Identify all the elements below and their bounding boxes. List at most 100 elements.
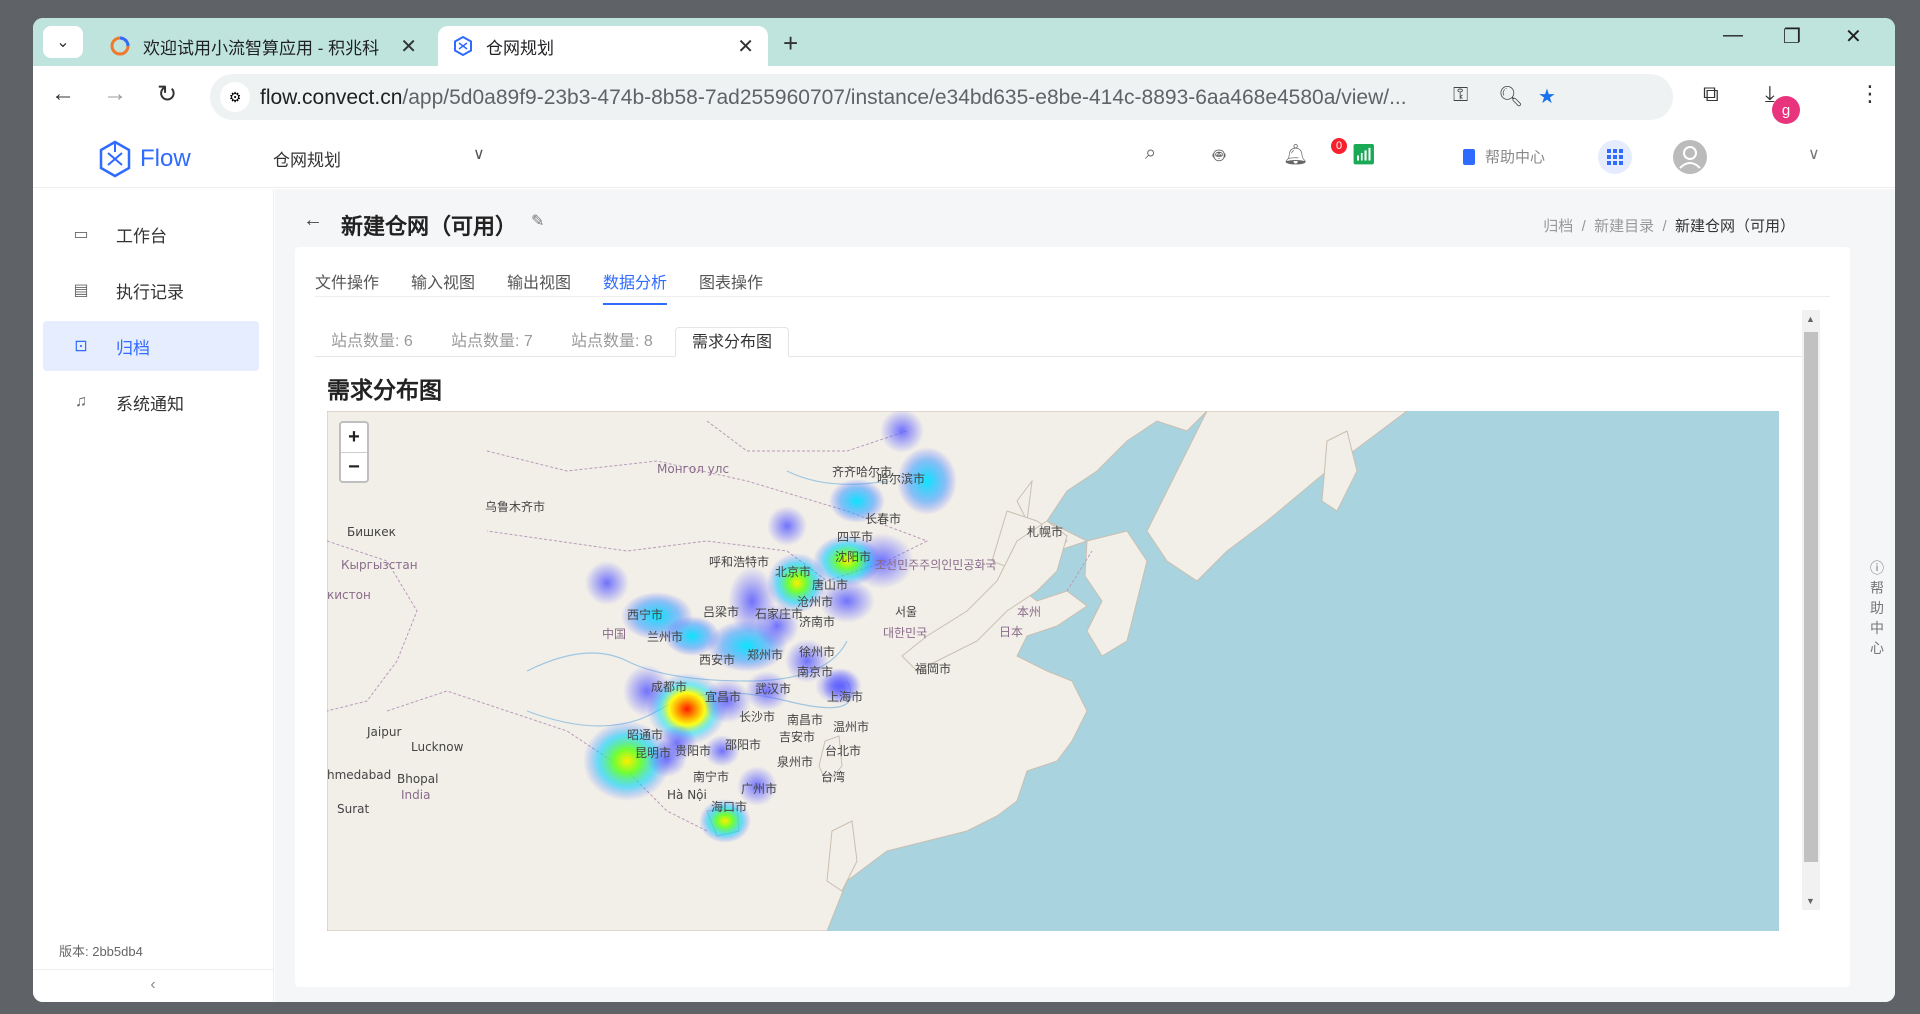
robot-icon[interactable]: 🤖︎ — [1213, 142, 1225, 170]
country-label: Кыргызстан — [341, 558, 418, 572]
tab-output-view[interactable]: 输出视图 — [507, 269, 571, 303]
city-label: 乌鲁木齐市 — [485, 499, 545, 514]
browser-tab-welcome[interactable]: 欢迎试用小流智算应用 - 积兆科 ✕ — [95, 26, 431, 66]
demand-heatmap[interactable]: 乌鲁木齐市 Бишкек Кыргызстан Монгол улс 呼和浩特市… — [327, 411, 1779, 931]
zoom-icon[interactable]: 🔍︎ — [1498, 84, 1523, 109]
city-label: 台北市 — [825, 743, 861, 758]
zoom-in-button[interactable]: + — [341, 423, 367, 452]
close-icon[interactable]: ✕ — [400, 34, 417, 59]
bookmark-star-icon[interactable]: ★ — [1538, 84, 1556, 109]
country-label: кистон — [327, 588, 371, 602]
city-label: Бишкек — [347, 525, 396, 539]
screen-frame: ⌄ 欢迎试用小流智算应用 - 积兆科 ✕ 仓网规划 ✕ + — ❐ ✕ ← → … — [0, 0, 1920, 1014]
help-char: 帮 — [1870, 580, 1884, 596]
city-label: 北京市 — [775, 564, 811, 579]
user-icon — [1679, 146, 1701, 169]
city-label: 武汉市 — [755, 681, 791, 696]
key-icon[interactable]: ⚿ — [1453, 84, 1468, 107]
floating-help-center[interactable]: ⓘ 帮 助 中 心 — [1867, 558, 1887, 658]
subtab-sites-6[interactable]: 站点数量: 6 — [315, 327, 429, 357]
question-circle-icon: ⓘ — [1870, 560, 1884, 576]
url-path: /app/5d0a89f9-23b3-474b-8b58-7ad25596070… — [402, 86, 1407, 109]
sidebar-item-exec-records[interactable]: ▤ 执行记录 — [43, 265, 259, 315]
city-label: 广州市 — [741, 781, 777, 796]
scrollbar-thumb[interactable] — [1804, 332, 1818, 862]
city-label: 四平市 — [837, 529, 873, 544]
breadcrumb-item[interactable]: 新建目录 — [1594, 218, 1654, 235]
close-window-icon[interactable]: ✕ — [1845, 24, 1862, 49]
scroll-down-icon[interactable]: ▼ — [1806, 896, 1815, 906]
city-label: 泉州市 — [777, 754, 813, 769]
breadcrumb-item[interactable]: 归档 — [1543, 218, 1573, 235]
page-title: 新建仓网（可用） — [341, 214, 518, 239]
tab-input-view[interactable]: 输入视图 — [411, 269, 475, 303]
browser-tab-warehouse[interactable]: 仓网规划 ✕ — [438, 26, 768, 66]
close-icon[interactable]: ✕ — [737, 34, 754, 59]
minimize-icon[interactable]: — — [1723, 24, 1743, 47]
bell-icon: ♫ — [75, 393, 87, 410]
bell-icon[interactable]: 🔔︎ — [1283, 142, 1308, 167]
city-label: 南昌市 — [787, 712, 823, 727]
search-icon[interactable]: ⌕ — [1145, 142, 1156, 165]
zoom-out-button[interactable]: − — [341, 452, 367, 481]
city-label: 札幌市 — [1027, 524, 1063, 539]
tab-data-analysis[interactable]: 数据分析 — [603, 269, 668, 305]
subtab-sites-8[interactable]: 站点数量: 8 — [555, 327, 669, 357]
country-label: 대한민국 — [883, 626, 927, 640]
city-label: 서울 — [895, 605, 917, 619]
restore-icon[interactable]: ❐ — [1783, 24, 1801, 49]
chevron-down-icon[interactable]: ∨ — [1808, 144, 1820, 164]
site-info-icon[interactable]: ⚙ — [220, 82, 250, 112]
chevron-down-icon[interactable]: ∨ — [473, 144, 485, 164]
map-canvas[interactable]: 乌鲁木齐市 Бишкек Кыргызстан Монгол улс 呼和浩特市… — [327, 411, 1779, 931]
city-label: 西安市 — [699, 652, 735, 667]
clipboard-icon: ▤ — [73, 282, 89, 299]
city-label: 石家庄市 — [755, 606, 803, 621]
extensions-icon[interactable]: ⧉ — [1703, 81, 1719, 107]
new-tab-button[interactable]: + — [783, 28, 798, 59]
sidebar-item-label: 系统通知 — [116, 394, 184, 414]
city-label: Bhopal — [397, 772, 438, 786]
profile-avatar[interactable]: g — [1772, 96, 1800, 124]
country-label: 조선민주주의인민공화국 — [875, 558, 996, 572]
back-arrow-icon[interactable]: ← — [303, 209, 323, 232]
app-header: Flow 仓网规划 ∨ ⌕ 🤖︎ 🔔︎ 0 📶︎ 帮助中心 ∨ — [33, 128, 1895, 188]
forward-arrow-icon[interactable]: → — [103, 80, 127, 108]
sidebar-collapse-button[interactable]: ‹ — [33, 969, 273, 1002]
notification-badge: 0 — [1331, 138, 1347, 154]
url-text[interactable]: flow.convect.cn/app/5d0a89f9-23b3-474b-8… — [260, 86, 1440, 110]
browser-window: ⌄ 欢迎试用小流智算应用 - 积兆科 ✕ 仓网规划 ✕ + — ❐ ✕ ← → … — [33, 18, 1895, 1002]
project-selector-label[interactable]: 仓网规划 — [273, 146, 341, 171]
sidebar-item-notifications[interactable]: ♫ 系统通知 — [43, 377, 259, 427]
city-label: 贵阳市 — [675, 743, 711, 758]
edit-pencil-icon[interactable]: ✎ — [531, 211, 544, 231]
back-arrow-icon[interactable]: ← — [51, 80, 75, 108]
reload-icon[interactable]: ↻ — [157, 80, 177, 109]
address-bar[interactable]: ⚙ flow.convect.cn/app/5d0a89f9-23b3-474b… — [210, 74, 1673, 120]
city-label: 长春市 — [865, 511, 901, 526]
tab-search-button[interactable]: ⌄ — [43, 26, 83, 58]
tab-title: 仓网规划 — [486, 38, 554, 58]
help-center-link[interactable]: 帮助中心 — [1463, 146, 1545, 167]
user-avatar[interactable] — [1673, 140, 1707, 174]
chevron-down-icon: ⌄ — [56, 34, 70, 51]
tab-strip: ⌄ 欢迎试用小流智算应用 - 积兆科 ✕ 仓网规划 ✕ + — ❐ ✕ — [33, 18, 1895, 66]
city-label: 沈阳市 — [835, 549, 871, 564]
subtab-sites-7[interactable]: 站点数量: 7 — [435, 327, 549, 357]
city-label: 海口市 — [711, 799, 747, 814]
tab-chart-ops[interactable]: 图表操作 — [699, 269, 763, 303]
subtab-demand-map[interactable]: 需求分布图 — [675, 327, 790, 357]
sidebar-item-workbench[interactable]: ▭ 工作台 — [43, 209, 259, 259]
content-scrollbar[interactable]: ▲ ▼ — [1802, 310, 1820, 910]
app-logo[interactable]: Flow — [98, 140, 191, 178]
apps-grid-button[interactable] — [1598, 140, 1632, 174]
chevron-left-icon: ‹ — [150, 976, 156, 993]
city-label: 成都市 — [651, 679, 687, 694]
help-char: 中 — [1870, 620, 1884, 636]
city-label: 上海市 — [827, 689, 863, 704]
scroll-up-icon[interactable]: ▲ — [1806, 314, 1815, 324]
city-label: 吕梁市 — [703, 604, 739, 619]
tab-file-ops[interactable]: 文件操作 — [315, 269, 379, 303]
sidebar-item-archive[interactable]: ⊡ 归档 — [43, 321, 259, 371]
menu-kebab-icon[interactable]: ⋮ — [1859, 81, 1881, 107]
